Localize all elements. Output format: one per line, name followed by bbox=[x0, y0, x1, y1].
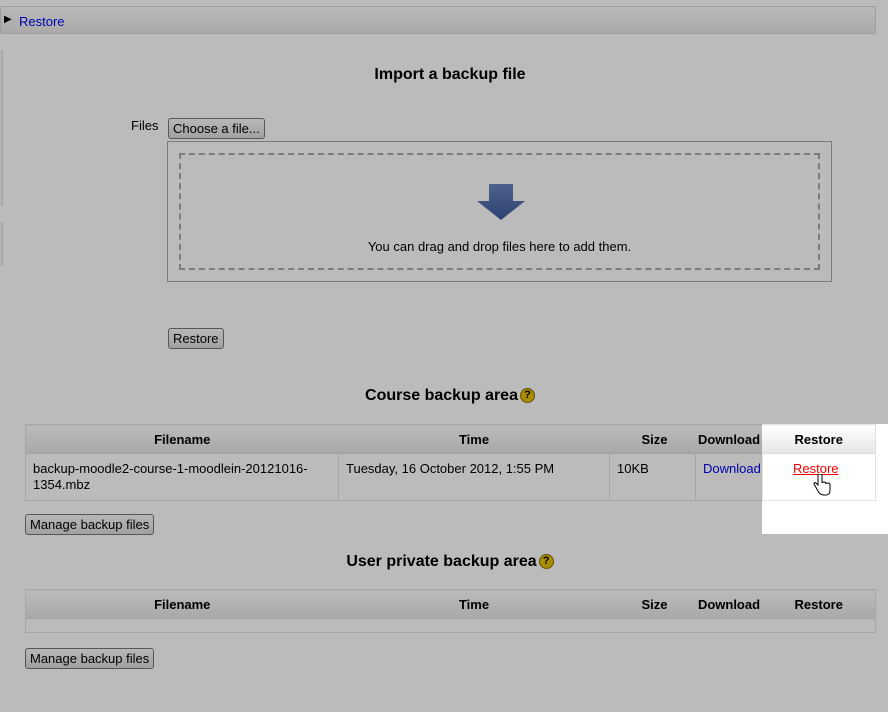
files-label: Files bbox=[131, 118, 159, 133]
col-restore: Restore bbox=[762, 589, 876, 619]
filename-cell: backup-moodle2-course-1-moodlein-2012101… bbox=[25, 453, 339, 501]
time-cell: Tuesday, 16 October 2012, 1:55 PM bbox=[338, 453, 610, 501]
col-download: Download bbox=[695, 424, 763, 454]
col-size: Size bbox=[609, 589, 696, 619]
col-filename: Filename bbox=[25, 589, 339, 619]
help-icon[interactable]: ? bbox=[538, 554, 554, 570]
hand-cursor-icon bbox=[813, 474, 831, 496]
choose-file-button[interactable]: Choose a file... bbox=[168, 118, 265, 139]
col-time: Time bbox=[338, 424, 610, 454]
course-backup-title: Course backup area? bbox=[0, 387, 888, 405]
drop-message: You can drag and drop files here to add … bbox=[367, 239, 632, 254]
import-title: Import a backup file bbox=[374, 66, 526, 83]
col-download: Download bbox=[695, 589, 763, 619]
manage-course-backups-button[interactable]: Manage backup files bbox=[25, 514, 155, 535]
restore-upload-button[interactable]: Restore bbox=[168, 328, 224, 349]
empty-row bbox=[25, 618, 876, 633]
user-backup-title: User private backup area? bbox=[0, 553, 888, 571]
restore-toggle-link[interactable]: Restore bbox=[19, 14, 65, 29]
table-row: backup-moodle2-course-1-moodlein-2012101… bbox=[25, 453, 876, 501]
upload-arrow-icon bbox=[477, 184, 525, 220]
course-backup-table: Filename Time Size Download Restore backup-m… bbox=[25, 424, 876, 501]
file-dropzone[interactable]: You can drag and drop files here to add … bbox=[167, 141, 832, 282]
col-size: Size bbox=[609, 424, 696, 454]
restore-section-header: ▶ Restore bbox=[0, 6, 876, 34]
user-backup-table: Filename Time Size Download Restore bbox=[25, 589, 876, 633]
manage-user-backups-button[interactable]: Manage backup files bbox=[25, 648, 155, 669]
col-time: Time bbox=[338, 589, 610, 619]
side-block-edge bbox=[0, 222, 3, 266]
download-link[interactable]: Download bbox=[703, 461, 761, 476]
expand-triangle-icon[interactable]: ▶ bbox=[4, 14, 12, 25]
col-restore: Restore bbox=[762, 424, 876, 454]
col-filename: Filename bbox=[25, 424, 339, 454]
help-icon[interactable]: ? bbox=[519, 388, 535, 404]
size-cell: 10KB bbox=[609, 453, 696, 501]
